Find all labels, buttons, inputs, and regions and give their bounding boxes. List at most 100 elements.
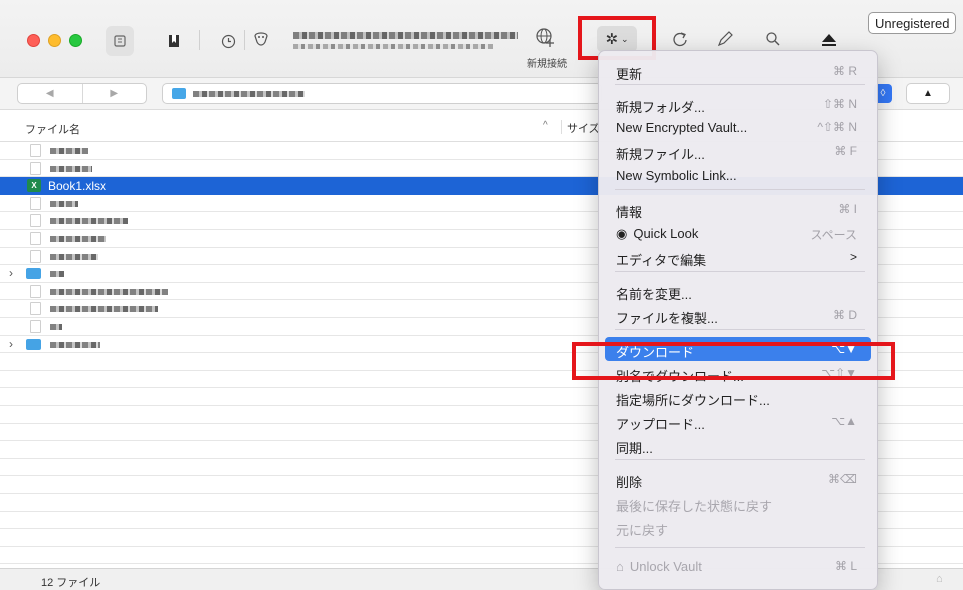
history-icon bbox=[221, 34, 235, 48]
forward-button[interactable]: ▶ bbox=[81, 84, 147, 103]
menu-separator bbox=[615, 547, 865, 548]
document-icon bbox=[30, 249, 41, 263]
edit-icon bbox=[717, 31, 733, 47]
menu-item-delete[interactable]: 削除 ⌘⌫ bbox=[605, 467, 871, 491]
bookmarks-button[interactable] bbox=[163, 30, 185, 52]
menu-item-label: 名前を変更... bbox=[616, 287, 692, 302]
refresh-button[interactable] bbox=[668, 27, 692, 51]
menu-item-label: New Encrypted Vault... bbox=[616, 120, 748, 135]
sidebar-toggle-button[interactable] bbox=[106, 26, 134, 56]
menu-item-label: アップロード... bbox=[616, 417, 705, 432]
menu-item-shortcut: ⌘ I bbox=[838, 202, 857, 216]
menu-item-shortcut: ⌘ R bbox=[833, 64, 857, 78]
menu-item-label: 削除 bbox=[616, 475, 643, 490]
menu-item-shortcut: スペース bbox=[810, 228, 857, 242]
column-filename[interactable]: ファイル名 bbox=[25, 121, 80, 137]
menu-item-edit-in-editor[interactable]: エディタで編集 > bbox=[605, 245, 871, 269]
edit-button[interactable] bbox=[713, 27, 737, 51]
menu-item-revert: 最後に保存した状態に戻す bbox=[605, 491, 871, 515]
file-name-redacted bbox=[50, 218, 128, 225]
folder-icon bbox=[26, 338, 41, 350]
navigation-segment: ◀ ▶ bbox=[17, 83, 147, 104]
file-name-redacted bbox=[50, 165, 92, 172]
minimize-window-button[interactable] bbox=[48, 34, 61, 47]
file-name-redacted bbox=[50, 200, 78, 207]
menu-item-rename[interactable]: 名前を変更... bbox=[605, 279, 871, 303]
menu-item-unlock-vault: ⌂ Unlock Vault ⌘ L bbox=[605, 554, 871, 578]
disclosure-chevron-icon[interactable]: › bbox=[9, 337, 13, 351]
eject-path-button[interactable]: ▲ bbox=[906, 83, 950, 104]
menu-item-shortcut: ⌥▲ bbox=[831, 414, 857, 428]
file-name-redacted bbox=[50, 271, 64, 278]
sidebar-icon bbox=[114, 35, 126, 47]
menu-item-label: 新規フォルダ... bbox=[616, 100, 705, 115]
menu-item-label: Unlock Vault bbox=[629, 559, 702, 574]
document-icon bbox=[30, 232, 41, 245]
document-icon bbox=[30, 284, 41, 298]
submenu-chevron-icon: > bbox=[849, 250, 857, 264]
bonjour-button[interactable] bbox=[250, 28, 272, 50]
back-button[interactable]: ◀ bbox=[18, 84, 82, 103]
menu-item-label: 情報 bbox=[616, 205, 643, 220]
document-icon bbox=[30, 161, 41, 175]
menu-item-label: 新規ファイル... bbox=[616, 147, 705, 162]
menu-item-label: New Symbolic Link... bbox=[616, 168, 737, 183]
menu-item-duplicate[interactable]: ファイルを複製... ⌘ D bbox=[605, 303, 871, 327]
column-size[interactable]: サイズ bbox=[561, 120, 600, 135]
menu-item-shortcut: ⌘ F bbox=[834, 144, 857, 158]
menu-separator bbox=[615, 84, 865, 85]
menu-separator bbox=[615, 329, 865, 330]
sort-ascending-icon: ^ bbox=[543, 120, 548, 131]
folder-icon bbox=[26, 268, 41, 280]
menu-item-label: エディタで編集 bbox=[616, 253, 707, 268]
globe-plus-icon bbox=[536, 28, 554, 47]
menu-item-new-folder[interactable]: 新規フォルダ... ⇧⌘ N bbox=[605, 92, 871, 116]
menu-item-shortcut: ^⇧⌘ N bbox=[817, 120, 857, 134]
menu-item-shortcut: ⌘ L bbox=[834, 559, 857, 573]
new-connection-label: 新規接続 bbox=[527, 59, 567, 70]
refresh-icon bbox=[673, 32, 687, 47]
menu-item-label: 最後に保存した状態に戻す bbox=[616, 499, 773, 514]
document-icon bbox=[30, 214, 41, 228]
file-name-redacted bbox=[50, 253, 98, 260]
file-name: Book1.xlsx bbox=[48, 179, 107, 194]
search-button[interactable] bbox=[761, 27, 785, 51]
menu-item-new-encrypted-vault[interactable]: New Encrypted Vault... ^⇧⌘ N bbox=[605, 115, 871, 139]
connection-title-redacted bbox=[293, 32, 518, 39]
close-window-button[interactable] bbox=[27, 34, 40, 47]
path-field[interactable] bbox=[162, 83, 602, 104]
file-name-redacted bbox=[50, 236, 106, 242]
lock-icon: ⌂ bbox=[616, 559, 624, 574]
menu-item-label: 同期... bbox=[616, 441, 653, 456]
menu-item-new-file[interactable]: 新規ファイル... ⌘ F bbox=[605, 139, 871, 163]
menu-item-shortcut: ⌘⌫ bbox=[828, 472, 857, 486]
zoom-window-button[interactable] bbox=[69, 34, 82, 47]
menu-item-download-to[interactable]: 指定場所にダウンロード... bbox=[605, 385, 871, 409]
file-name-redacted bbox=[50, 306, 158, 313]
history-button[interactable] bbox=[217, 30, 239, 52]
download-highlight-annotation bbox=[572, 342, 895, 380]
file-name-redacted bbox=[50, 288, 168, 295]
menu-item-info[interactable]: 情報 ⌘ I bbox=[605, 197, 871, 221]
menu-item-refresh[interactable]: 更新 ⌘ R bbox=[605, 59, 871, 83]
menu-item-label: 指定場所にダウンロード... bbox=[616, 393, 770, 408]
folder-icon bbox=[172, 88, 186, 99]
search-icon bbox=[766, 32, 780, 46]
menu-separator bbox=[615, 459, 865, 460]
menu-item-synchronize[interactable]: 同期... bbox=[605, 433, 871, 457]
menu-separator bbox=[615, 189, 865, 190]
file-name-redacted bbox=[50, 324, 62, 330]
new-connection-button[interactable] bbox=[532, 24, 558, 50]
path-text-redacted bbox=[193, 91, 305, 97]
excel-file-icon: X bbox=[27, 179, 41, 193]
menu-item-upload[interactable]: アップロード... ⌥▲ bbox=[605, 409, 871, 433]
action-menu: 更新 ⌘ R 新規フォルダ... ⇧⌘ N New Encrypted Vault...… bbox=[598, 50, 878, 590]
document-icon bbox=[30, 302, 41, 316]
disclosure-chevron-icon[interactable]: › bbox=[9, 266, 13, 280]
document-icon bbox=[30, 196, 41, 210]
menu-item-new-symbolic-link[interactable]: New Symbolic Link... bbox=[605, 163, 871, 187]
menu-item-quick-look[interactable]: ◉ Quick Look スペース bbox=[605, 221, 871, 245]
unregistered-badge[interactable]: Unregistered bbox=[868, 12, 957, 34]
menu-item-label: 更新 bbox=[616, 67, 643, 82]
eye-icon: ◉ bbox=[616, 226, 628, 241]
